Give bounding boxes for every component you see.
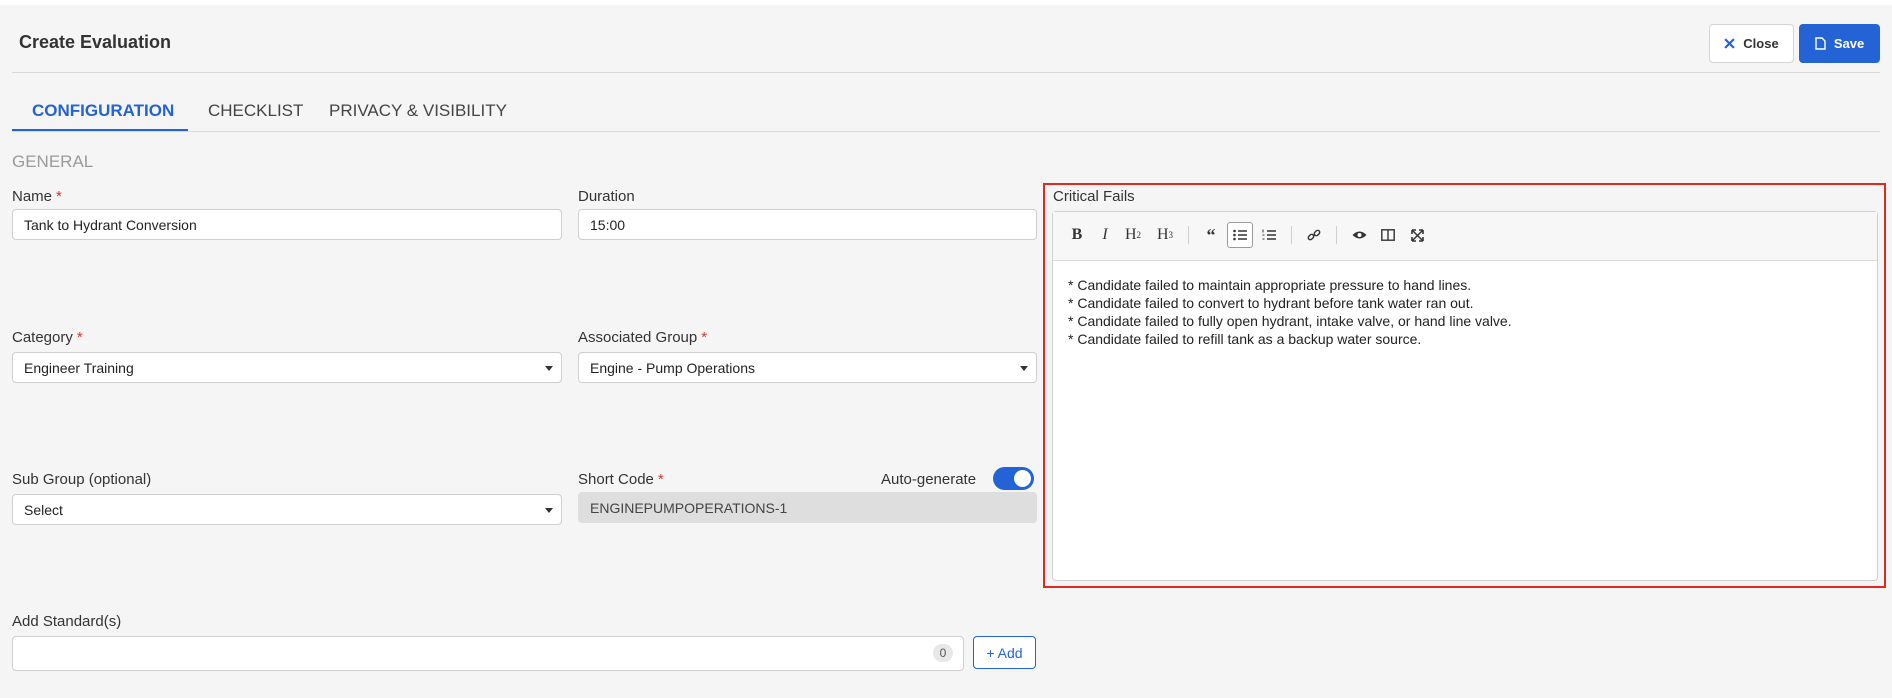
bulleted-list-icon[interactable] [1227, 222, 1253, 248]
critical-fail-line: * Candidate failed to refill tank as a b… [1068, 331, 1422, 347]
required-marker: * [56, 188, 62, 205]
tab-privacy-visibility[interactable]: PRIVACY & VISIBILITY [329, 101, 507, 121]
tab-checklist[interactable]: CHECKLIST [208, 101, 303, 121]
heading-2-icon[interactable]: H2 [1120, 222, 1146, 248]
preview-icon[interactable] [1346, 222, 1372, 248]
toolbar-separator [1188, 226, 1189, 244]
critical-fails-text[interactable]: * Candidate failed to maintain appropria… [1068, 276, 1512, 348]
critical-fail-line: * Candidate failed to convert to hydrant… [1068, 295, 1474, 311]
standards-count-badge: 0 [933, 644, 953, 662]
italic-icon[interactable]: I [1092, 222, 1118, 248]
link-icon[interactable] [1301, 222, 1327, 248]
auto-generate-toggle[interactable] [993, 467, 1034, 490]
auto-generate-label: Auto-generate [881, 471, 977, 488]
caret-down-icon [545, 366, 553, 371]
document-icon [1815, 37, 1826, 50]
short-code-field: ENGINEPUMPOPERATIONS-1 [578, 492, 1037, 523]
fullscreen-icon[interactable] [1404, 222, 1430, 248]
close-icon [1724, 38, 1735, 49]
numbered-list-icon[interactable] [1256, 222, 1282, 248]
associated-group-label: Associated Group * [578, 329, 708, 346]
bold-icon[interactable]: B [1064, 222, 1090, 248]
associated-group-select[interactable]: Engine - Pump Operations [578, 352, 1037, 383]
save-button-label: Save [1833, 36, 1865, 51]
name-value: Tank to Hydrant Conversion [24, 216, 197, 233]
sub-group-select[interactable]: Select [12, 494, 562, 525]
sub-group-label: Sub Group (optional) [12, 471, 152, 488]
section-title: GENERAL [12, 152, 94, 171]
header-divider [12, 72, 1880, 73]
heading-3-icon[interactable]: H3 [1152, 222, 1178, 248]
save-button[interactable]: Save [1799, 24, 1880, 63]
required-marker: * [701, 329, 708, 346]
sub-group-value: Select [24, 501, 63, 518]
name-label: Name * [12, 188, 62, 205]
standards-input[interactable]: 0 [12, 636, 964, 671]
short-code-value: ENGINEPUMPOPERATIONS-1 [590, 499, 788, 516]
evaluation-panel: Create Evaluation Close Save CONFIGURATI… [0, 5, 1892, 698]
toolbar-separator [1336, 226, 1337, 244]
quote-icon[interactable]: “ [1198, 222, 1224, 248]
caret-down-icon [545, 508, 553, 513]
standards-label: Add Standard(s) [12, 613, 122, 630]
caret-down-icon [1020, 366, 1028, 371]
toggle-knob [1014, 470, 1031, 487]
associated-group-value: Engine - Pump Operations [590, 359, 755, 376]
editor-toolbar: B I H2 H3 “ [1053, 212, 1877, 261]
close-button[interactable]: Close [1709, 24, 1794, 63]
critical-fail-line: * Candidate failed to maintain appropria… [1068, 277, 1472, 293]
tab-configuration[interactable]: CONFIGURATION [32, 101, 174, 121]
critical-fail-line: * Candidate failed to fully open hydrant… [1068, 313, 1512, 329]
short-code-label: Short Code * [578, 471, 664, 488]
add-standard-button[interactable]: + Add [973, 636, 1036, 669]
required-marker: * [657, 471, 664, 488]
category-label: Category * [12, 329, 83, 346]
category-value: Engineer Training [24, 359, 134, 376]
page-title: Create Evaluation [19, 32, 172, 52]
duration-value: 15:00 [590, 216, 626, 233]
category-select[interactable]: Engineer Training [12, 352, 562, 383]
name-field[interactable]: Tank to Hydrant Conversion [12, 209, 562, 240]
required-marker: * [76, 329, 83, 346]
side-by-side-icon[interactable] [1375, 222, 1401, 248]
close-button-label: Close [1743, 36, 1779, 51]
tabs-divider [12, 131, 1880, 132]
critical-fails-editor[interactable]: B I H2 H3 “ * Candidate failed to mainta… [1052, 211, 1878, 581]
duration-label: Duration [578, 188, 635, 205]
toolbar-separator [1291, 226, 1292, 244]
duration-field[interactable]: 15:00 [578, 209, 1037, 240]
